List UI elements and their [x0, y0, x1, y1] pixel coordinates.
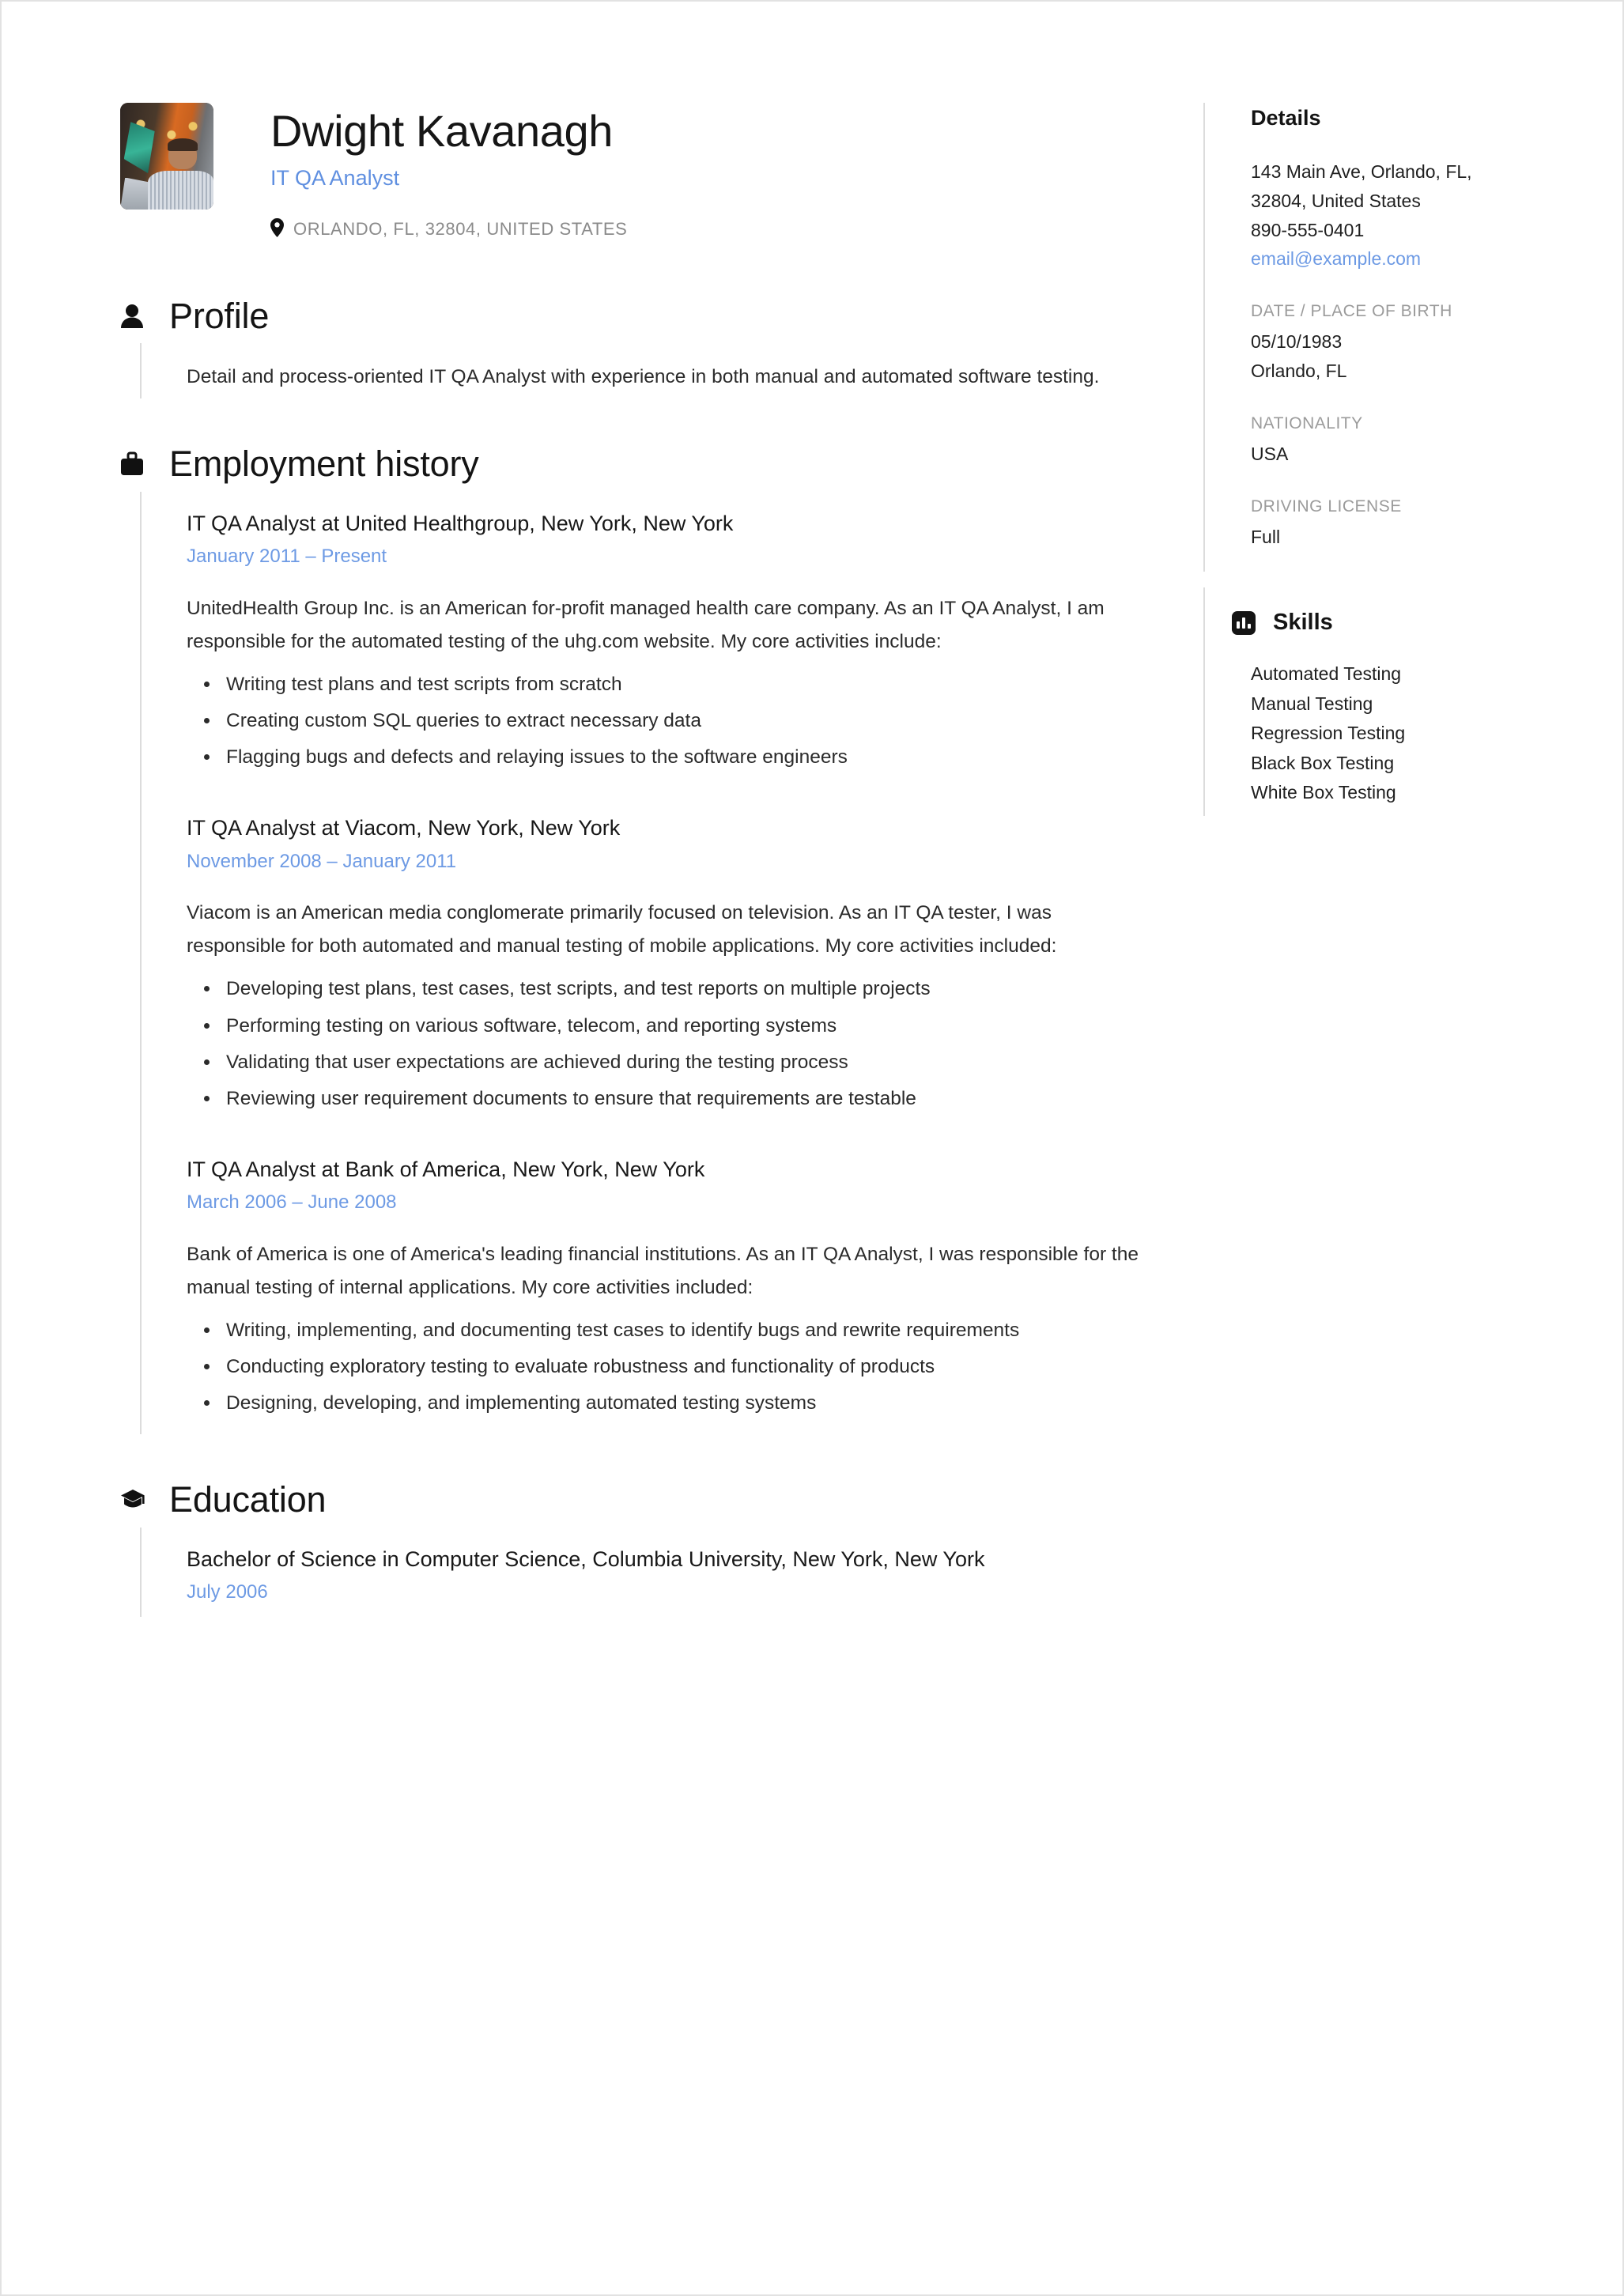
- skills-list: Automated Testing Manual Testing Regress…: [1232, 659, 1504, 807]
- details-dob-date: 05/10/1983: [1251, 331, 1343, 353]
- sidebar-skills-block: Skills Automated Testing Manual Testing …: [1203, 587, 1504, 816]
- employment-entry-dates: March 2006 – June 2008: [187, 1191, 397, 1214]
- details-driving-value: Full: [1251, 526, 1281, 547]
- list-item: Validating that user expectations are ac…: [204, 1046, 1156, 1079]
- employment-entry-title: IT QA Analyst at Bank of America, New Yo…: [187, 1157, 705, 1181]
- employment-entry-bullets: Developing test plans, test cases, test …: [187, 972, 1156, 1116]
- list-item: Manual Testing: [1251, 693, 1373, 714]
- resume-page: Dwight Kavanagh IT QA Analyst ORLANDO, F…: [0, 0, 1624, 2296]
- details-nationality-value: USA: [1251, 443, 1289, 464]
- education-entry-title: Bachelor of Science in Computer Science,…: [187, 1546, 985, 1571]
- details-phone: 890-555-0401: [1251, 219, 1365, 240]
- list-item: Automated Testing: [1251, 663, 1402, 685]
- profile-text: Detail and process-oriented IT QA Analys…: [187, 366, 1100, 388]
- list-item: White Box Testing: [1251, 782, 1396, 803]
- details-address: 143 Main Ave, Orlando, FL, 32804, United…: [1251, 161, 1472, 211]
- list-item: Designing, developing, and implementing …: [204, 1387, 1156, 1420]
- list-item: Creating custom SQL queries to extract n…: [204, 704, 1156, 738]
- section-profile: Profile Detail and process-oriented IT Q…: [120, 296, 1156, 399]
- location-row: ORLANDO, FL, 32804, UNITED STATES: [270, 217, 628, 241]
- sidebar-details-block: Details 143 Main Ave, Orlando, FL, 32804…: [1203, 103, 1504, 572]
- details-nationality-label: NATIONALITY: [1251, 414, 1363, 432]
- section-employment: Employment history IT QA Analyst at Unit…: [120, 444, 1156, 1435]
- details-title: Details: [1251, 106, 1321, 130]
- employment-entry-bullets: Writing test plans and test scripts from…: [187, 668, 1156, 774]
- graduation-cap-icon: [120, 1488, 152, 1512]
- employment-entry: IT QA Analyst at Bank of America, New Yo…: [187, 1155, 1156, 1429]
- bar-chart-bar: [1248, 623, 1251, 629]
- profile-section-header: Profile: [120, 296, 1156, 336]
- header-text: Dwight Kavanagh IT QA Analyst ORLANDO, F…: [213, 103, 627, 241]
- employment-entry-dates: January 2011 – Present: [187, 546, 387, 568]
- details-driving-label: DRIVING LICENSE: [1251, 497, 1402, 515]
- list-item: Reviewing user requirement documents to …: [204, 1082, 1156, 1116]
- person-icon: [120, 304, 152, 329]
- employment-entry-description: Bank of America is one of America's lead…: [187, 1243, 1139, 1298]
- profile-photo: [120, 103, 213, 210]
- skills-title: Skills: [1273, 610, 1333, 636]
- employment-entry: IT QA Analyst at United Healthgroup, New…: [187, 509, 1156, 814]
- page-title: Dwight Kavanagh: [270, 106, 613, 156]
- section-education: Education Bachelor of Science in Compute…: [120, 1480, 1156, 1617]
- briefcase-icon: [120, 451, 152, 477]
- education-entry-dates: July 2006: [187, 1581, 268, 1603]
- education-section-header: Education: [120, 1480, 1156, 1520]
- map-pin-icon: [270, 217, 284, 241]
- profile-section-title: Profile: [169, 295, 270, 336]
- employment-entry-dates: November 2008 – January 2011: [187, 850, 457, 872]
- sidebar: Details 143 Main Ave, Orlando, FL, 32804…: [1156, 103, 1504, 2294]
- resume-layout: Dwight Kavanagh IT QA Analyst ORLANDO, F…: [2, 2, 1622, 2294]
- list-item: Developing test plans, test cases, test …: [204, 972, 1156, 1006]
- list-item: Performing testing on various software, …: [204, 1010, 1156, 1043]
- resume-header: Dwight Kavanagh IT QA Analyst ORLANDO, F…: [120, 103, 1156, 241]
- employment-entry: IT QA Analyst at Viacom, New York, New Y…: [187, 814, 1156, 1155]
- bar-chart-bar: [1237, 621, 1240, 629]
- photo-person-body: [148, 171, 213, 210]
- list-item: Writing test plans and test scripts from…: [204, 668, 1156, 701]
- main-column: Dwight Kavanagh IT QA Analyst ORLANDO, F…: [120, 103, 1156, 2294]
- bar-chart-icon: [1232, 610, 1256, 635]
- employment-body: IT QA Analyst at United Healthgroup, New…: [140, 491, 1156, 1435]
- photo-person-hair: [168, 138, 198, 151]
- education-section-title: Education: [169, 1479, 327, 1520]
- employment-section-title: Employment history: [169, 444, 479, 485]
- employment-entry-description: UnitedHealth Group Inc. is an American f…: [187, 597, 1105, 652]
- details-dob-place: Orlando, FL: [1251, 360, 1347, 381]
- education-body: Bachelor of Science in Computer Science,…: [140, 1527, 1156, 1617]
- list-item: Black Box Testing: [1251, 752, 1395, 773]
- list-item: Flagging bugs and defects and relaying i…: [204, 741, 1156, 774]
- employment-entry-description: Viacom is an American media conglomerate…: [187, 902, 1057, 957]
- education-entry: Bachelor of Science in Computer Science,…: [187, 1545, 1156, 1612]
- employment-section-header: Employment history: [120, 444, 1156, 484]
- employment-entry-title: IT QA Analyst at Viacom, New York, New Y…: [187, 816, 621, 840]
- skills-header: Skills: [1232, 610, 1504, 636]
- list-item: Writing, implementing, and documenting t…: [204, 1314, 1156, 1347]
- profile-body: Detail and process-oriented IT QA Analys…: [140, 343, 1156, 399]
- employment-entry-bullets: Writing, implementing, and documenting t…: [187, 1314, 1156, 1420]
- location-text: ORLANDO, FL, 32804, UNITED STATES: [293, 219, 628, 240]
- list-item: Regression Testing: [1251, 723, 1406, 744]
- job-title: IT QA Analyst: [270, 166, 400, 191]
- list-item: Conducting exploratory testing to evalua…: [204, 1350, 1156, 1384]
- details-email-link[interactable]: email@example.com: [1251, 244, 1504, 274]
- details-dob-label: DATE / PLACE OF BIRTH: [1251, 302, 1452, 321]
- bar-chart-bar: [1242, 617, 1245, 629]
- employment-entry-title: IT QA Analyst at United Healthgroup, New…: [187, 511, 734, 535]
